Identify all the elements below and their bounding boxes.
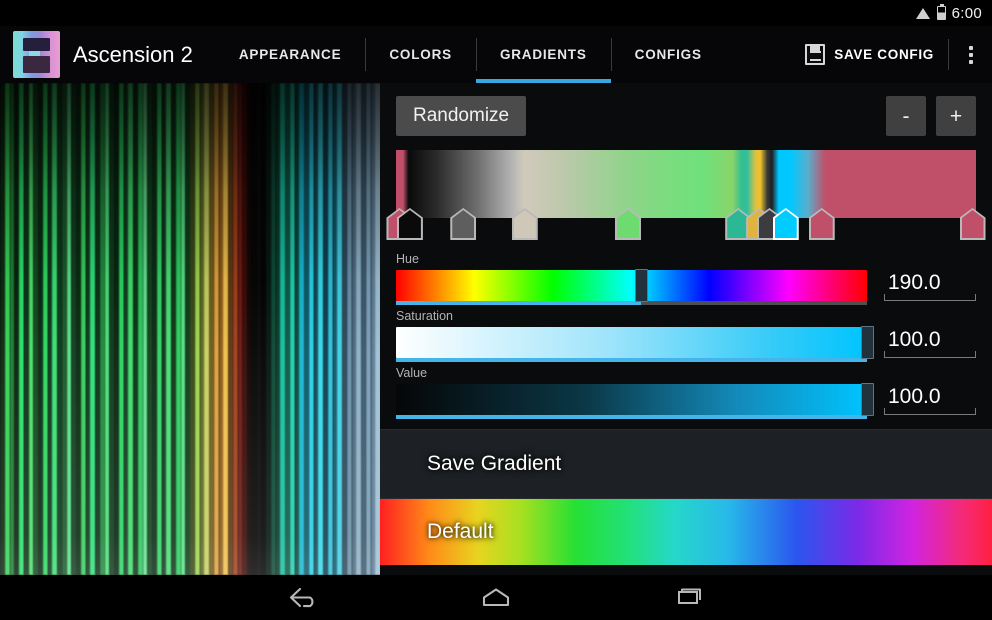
randomize-button[interactable]: Randomize bbox=[396, 96, 527, 136]
home-icon bbox=[482, 587, 510, 606]
saturation-value-input[interactable] bbox=[888, 328, 972, 352]
tab-appearance[interactable]: APPEARANCE bbox=[215, 26, 366, 83]
stop-3-beige[interactable] bbox=[511, 208, 538, 240]
stop-10-crimson[interactable] bbox=[959, 208, 986, 240]
value-slider-thumb[interactable] bbox=[861, 383, 874, 416]
tab-bar: APPEARANCE COLORS GRADIENTS CONFIGS bbox=[215, 26, 726, 83]
back-button[interactable] bbox=[277, 578, 333, 618]
value-slider-label: Value bbox=[396, 366, 428, 380]
hue-value-field[interactable] bbox=[884, 269, 976, 301]
save-gradient-row[interactable]: Save Gradient bbox=[380, 430, 992, 498]
save-gradient-label: Save Gradient bbox=[427, 452, 562, 475]
value-slider-underline bbox=[396, 415, 867, 419]
wifi-icon bbox=[915, 7, 931, 19]
tab-configs[interactable]: CONFIGS bbox=[610, 26, 726, 83]
preview-vertical-fade bbox=[0, 83, 380, 575]
gradient-stop-handles bbox=[386, 208, 986, 244]
recents-button[interactable] bbox=[659, 578, 715, 618]
tab-colors[interactable]: COLORS bbox=[365, 26, 476, 83]
value-slider[interactable] bbox=[396, 383, 874, 419]
back-arrow-icon bbox=[289, 587, 314, 607]
page-title: Ascension 2 bbox=[73, 41, 193, 67]
battery-icon bbox=[936, 4, 946, 20]
slider-row-value: Value bbox=[396, 366, 976, 419]
floppy-disk-icon bbox=[805, 44, 826, 65]
stop-1-black[interactable] bbox=[396, 208, 423, 240]
status-time: 6:00 bbox=[951, 4, 982, 22]
android-nav-bar bbox=[0, 575, 992, 620]
overflow-menu-icon[interactable] bbox=[949, 26, 992, 83]
hue-slider-underline bbox=[396, 301, 867, 305]
value-value-input[interactable] bbox=[888, 385, 972, 409]
value-value-field[interactable] bbox=[884, 383, 976, 415]
home-button[interactable] bbox=[468, 578, 524, 618]
stop-2-gray[interactable] bbox=[450, 208, 477, 240]
gradient-preview-render[interactable] bbox=[0, 83, 380, 575]
saturation-value-field[interactable] bbox=[884, 326, 976, 358]
stop-4-green[interactable] bbox=[615, 208, 641, 240]
slider-row-saturation: Saturation bbox=[396, 309, 976, 362]
stop-8-cyan[interactable] bbox=[772, 208, 799, 240]
saturation-slider-label: Saturation bbox=[396, 309, 453, 323]
remove-stop-button[interactable]: - bbox=[886, 96, 926, 136]
add-stop-button[interactable]: + bbox=[936, 96, 976, 136]
hue-value-input[interactable] bbox=[888, 271, 972, 295]
hue-slider-label: Hue bbox=[396, 252, 419, 266]
recents-icon bbox=[678, 588, 701, 604]
hue-slider[interactable] bbox=[396, 269, 867, 305]
default-gradient-row[interactable]: Default bbox=[380, 499, 992, 565]
save-config-label: SAVE CONFIG bbox=[834, 47, 934, 62]
gradient-editor-panel: Randomize - + Hue 190.0 Saturation 100.0… bbox=[380, 83, 992, 575]
saturation-slider-thumb[interactable] bbox=[861, 326, 874, 359]
gradient-strip-area bbox=[386, 150, 986, 240]
slider-row-hue: Hue bbox=[396, 252, 976, 305]
tab-gradients[interactable]: GRADIENTS bbox=[475, 26, 611, 83]
saturation-slider[interactable] bbox=[396, 326, 874, 362]
saturation-slider-underline bbox=[396, 358, 867, 362]
default-gradient-label: Default bbox=[427, 520, 494, 543]
status-bar: 6:00 bbox=[0, 0, 992, 26]
save-config-button[interactable]: SAVE CONFIG bbox=[793, 26, 949, 83]
android-app-window: 6:00 Ascension 2 APPEARANCE COLORS GRADI… bbox=[0, 0, 992, 620]
editor-toolbar: Randomize - + bbox=[380, 83, 992, 149]
hsv-sliders: Hue Saturation bbox=[380, 240, 992, 419]
stop-9-crimson[interactable] bbox=[808, 208, 835, 240]
app-logo-icon bbox=[13, 31, 60, 78]
action-bar: Ascension 2 APPEARANCE COLORS GRADIENTS … bbox=[0, 26, 992, 83]
hue-slider-thumb[interactable] bbox=[634, 269, 648, 302]
